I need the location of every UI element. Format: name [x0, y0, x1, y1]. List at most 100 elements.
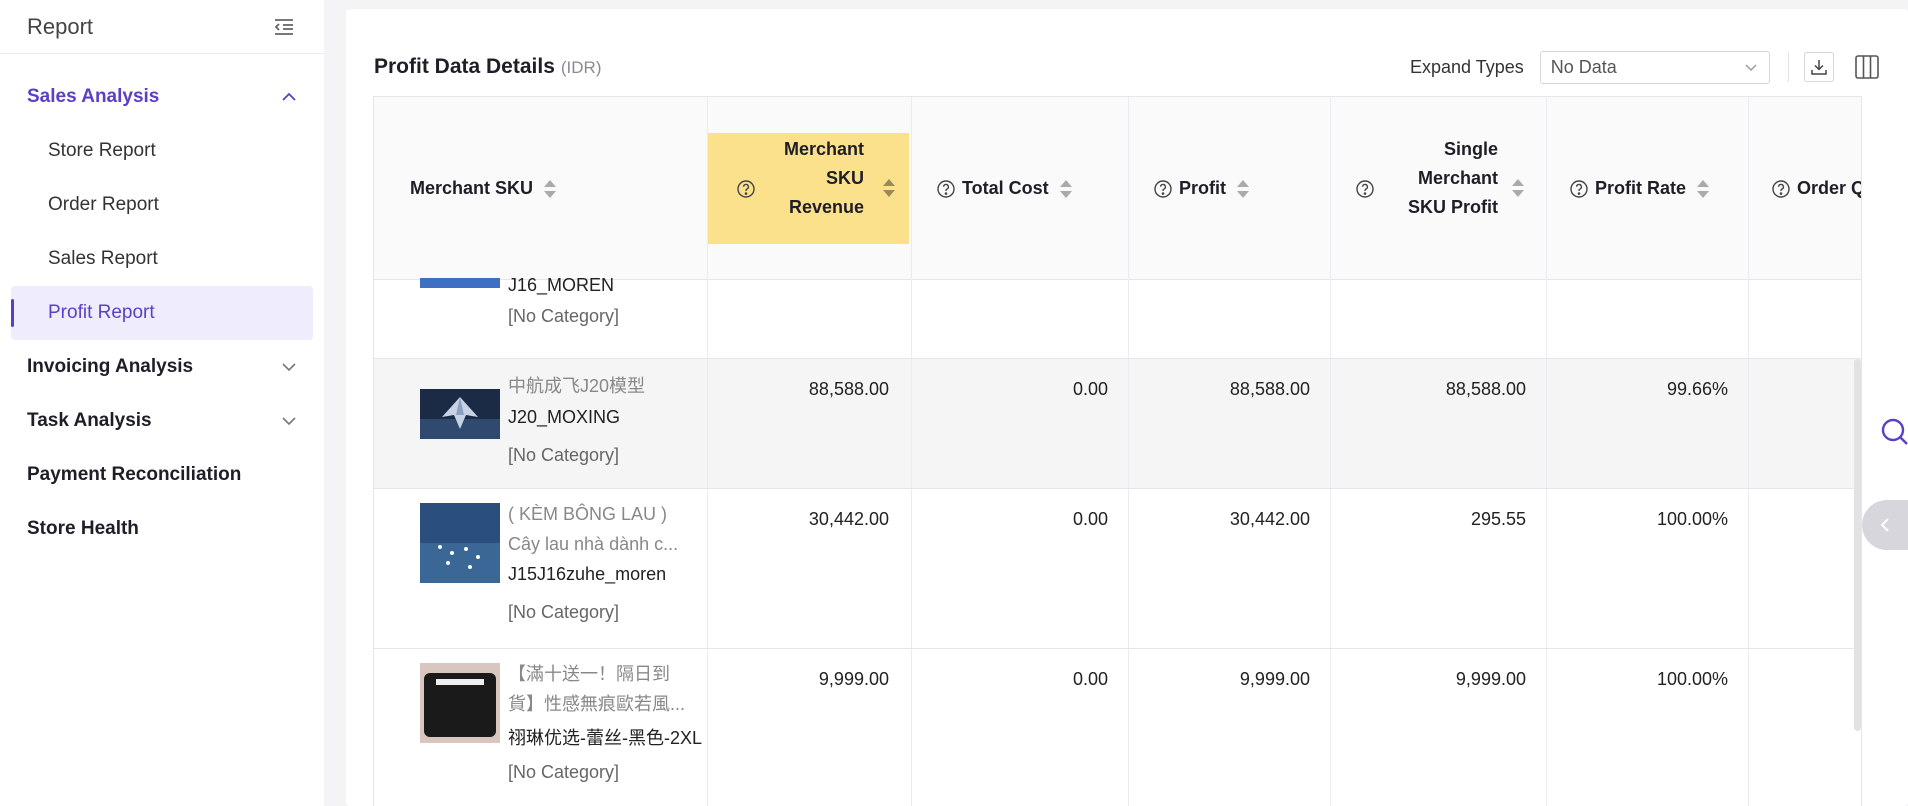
menu-label: Invoicing Analysis [27, 356, 194, 377]
sort-icon[interactable] [1511, 176, 1525, 200]
sidebar-item-sales-report[interactable]: Sales Report [0, 232, 324, 286]
product-name[interactable]: 貨】性感無痕歐若風... [508, 689, 685, 719]
category-text: [No Category] [508, 762, 620, 782]
col-header-line: Merchant [1417, 168, 1498, 188]
menu-sales-analysis[interactable]: Sales Analysis [0, 70, 324, 124]
sidebar-menu: Sales Analysis Store Report Order Report… [0, 54, 324, 556]
revenue-cell: 9,999.00 [708, 649, 912, 806]
menu-store-health[interactable]: Store Health [0, 502, 324, 556]
col-header-line: Merchant [783, 139, 864, 159]
chevron-up-icon [282, 92, 296, 101]
menu-invoicing-analysis[interactable]: Invoicing Analysis [0, 340, 324, 394]
col-header-line: Single [1443, 139, 1498, 159]
col-header-label: Merchant SKU [410, 178, 534, 198]
single-profit-value: 9,999.00 [1455, 669, 1526, 689]
cost-value: 0.00 [1072, 379, 1108, 399]
chevron-down-icon [1745, 64, 1757, 71]
col-header-label: Total Cost [962, 178, 1049, 198]
sort-icon[interactable] [1236, 177, 1250, 201]
col-merchant-sku[interactable]: Merchant SKU [374, 97, 708, 280]
sort-icon[interactable] [882, 176, 896, 200]
profit-details-card: Profit Data Details (IDR) Expand Types No… [346, 9, 1908, 806]
sidebar-header: Report [0, 0, 324, 54]
rate-value: 100.00% [1656, 669, 1728, 689]
profit-value: 30,442.00 [1229, 509, 1310, 529]
expand-types-select[interactable]: No Data [1539, 50, 1770, 84]
profit-cell: 9,999.00 [1129, 649, 1331, 806]
revenue-value: 88,588.00 [808, 379, 889, 399]
columns-icon [1854, 55, 1879, 79]
sort-icon[interactable] [543, 177, 557, 201]
rate-cell: 100.00% [1547, 649, 1749, 806]
product-name[interactable]: 中航成飞J20模型 [508, 371, 645, 401]
single-profit-cell: 295.55 [1331, 489, 1547, 648]
sku-cell: J16_MOREN [No Category] [374, 275, 708, 358]
col-profit[interactable]: Profit [1129, 97, 1331, 280]
col-order-quantity[interactable]: Order Q [1749, 97, 1862, 280]
menu-task-analysis[interactable]: Task Analysis [0, 394, 324, 448]
side-panel-toggle[interactable] [1862, 500, 1908, 550]
product-name[interactable]: ( KÈM BÔNG LAU ) [508, 499, 667, 529]
toolbar-tools: Expand Types No Data [1410, 47, 1882, 87]
menu-label: Task Analysis [27, 410, 152, 431]
revenue-value: 30,442.00 [808, 509, 889, 529]
sort-icon[interactable] [1059, 177, 1073, 201]
col-merchant-sku-revenue[interactable]: Merchant SKU Revenue [708, 97, 912, 280]
product-name[interactable]: 【滿十送一！隔日到 [508, 659, 670, 689]
single-profit-cell: 88,588.00 [1331, 359, 1547, 488]
columns-settings-button[interactable] [1852, 52, 1882, 82]
chevron-down-icon [282, 417, 296, 426]
rate-cell: 100.00% [1547, 489, 1749, 648]
help-circle-icon[interactable] [936, 179, 956, 199]
product-name[interactable]: Cây lau nhà dành c... [508, 529, 678, 559]
menu-label: Payment Reconciliation [27, 464, 242, 485]
rate-cell: 99.66% [1547, 359, 1749, 488]
download-button[interactable] [1803, 52, 1834, 82]
chevron-left-icon [1880, 518, 1889, 532]
toolbar-divider [1787, 52, 1789, 82]
product-thumbnail [420, 503, 500, 583]
search-icon[interactable] [1878, 416, 1908, 448]
table-row[interactable]: 中航成飞J20模型 J20_MOXING [No Category] 88,58… [374, 359, 1861, 489]
chevron-down-icon [282, 363, 296, 372]
table-row[interactable]: ( KÈM BÔNG LAU ) Cây lau nhà dành c... J… [374, 489, 1861, 649]
menu-payment-reconciliation[interactable]: Payment Reconciliation [0, 448, 324, 502]
sidebar: Report Sales Analysis Store Report Order… [0, 0, 324, 806]
revenue-value: 9,999.00 [818, 669, 889, 689]
toolbar: Profit Data Details (IDR) Expand Types No… [374, 47, 1908, 87]
sku-text: J16_MOREN [508, 275, 615, 295]
menu-collapse-icon[interactable] [272, 15, 296, 39]
category-text: [No Category] [508, 445, 620, 465]
col-profit-rate[interactable]: Profit Rate [1547, 97, 1749, 280]
category-text: [No Category] [508, 602, 620, 622]
product-thumbnail [420, 663, 500, 743]
help-circle-icon[interactable] [1569, 179, 1589, 199]
table-row[interactable]: 【滿十送一！隔日到 貨】性感無痕歐若風... 祤琳优选-蕾丝-黑色-2XL [N… [374, 649, 1861, 806]
single-profit-value: 295.55 [1470, 509, 1526, 529]
sort-icon[interactable] [1696, 177, 1710, 201]
help-circle-icon[interactable] [1355, 179, 1375, 199]
product-thumbnail [420, 389, 500, 439]
col-header-text: Single Merchant SKU Profit [1381, 135, 1498, 222]
menu-label: Store Health [27, 518, 139, 539]
table-scrollbar[interactable] [1854, 359, 1861, 731]
profit-table: Merchant SKU Merchant SKU Revenue Total … [373, 96, 1862, 806]
rate-value: 99.66% [1666, 379, 1728, 399]
table-cell [1331, 280, 1547, 358]
table-header: Merchant SKU Merchant SKU Revenue Total … [374, 97, 1862, 280]
col-single-merchant-sku-profit[interactable]: Single Merchant SKU Profit [1331, 97, 1547, 280]
help-circle-icon[interactable] [1771, 179, 1791, 199]
help-circle-icon[interactable] [1153, 179, 1173, 199]
cost-value: 0.00 [1072, 509, 1108, 529]
sidebar-item-profit-report[interactable]: Profit Report [11, 286, 313, 340]
col-total-cost[interactable]: Total Cost [912, 97, 1129, 280]
sidebar-item-order-report[interactable]: Order Report [0, 178, 324, 232]
col-header-line: Revenue [788, 197, 864, 217]
profit-value: 9,999.00 [1239, 669, 1310, 689]
col-header-label: Order Q [1797, 178, 1862, 198]
sidebar-item-store-report[interactable]: Store Report [0, 124, 324, 178]
sidebar-title: Report [27, 13, 94, 39]
title-text: Profit Data Details [374, 55, 555, 78]
cost-value: 0.00 [1072, 669, 1108, 689]
page-title: Profit Data Details (IDR) [374, 55, 602, 79]
